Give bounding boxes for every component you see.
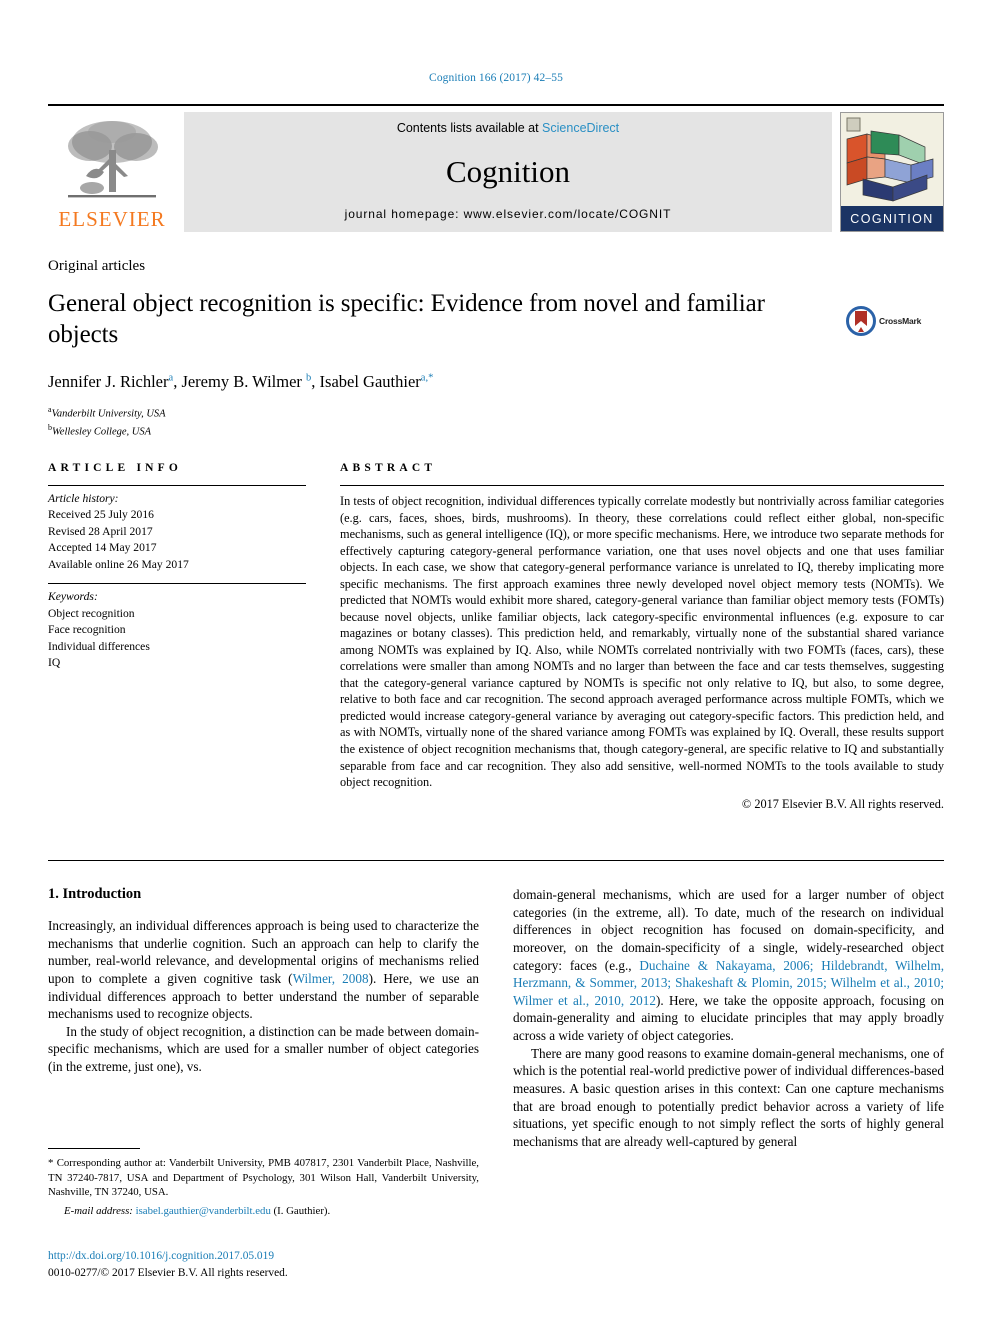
issn-copyright-line: 0010-0277/© 2017 Elsevier B.V. All right… — [48, 1266, 288, 1279]
journal-title: Cognition — [445, 153, 570, 189]
affiliation-text: Wellesley College, USA — [52, 426, 152, 438]
journal-masthead: ELSEVIER Contents lists available at Sci… — [48, 104, 944, 232]
article-info-heading: ARTICLE INFO — [48, 462, 183, 474]
paragraph: There are many good reasons to examine d… — [513, 1045, 944, 1149]
footnote-rule — [48, 1148, 140, 1149]
history-item: Revised 28 April 2017 — [48, 524, 153, 538]
keyword-item: Individual differences — [48, 639, 150, 653]
abstract-heading: ABSTRACT — [340, 462, 437, 474]
article-info-column: ARTICLE INFO Article history: Received 2… — [48, 462, 306, 812]
corresponding-author-note: * Corresponding author at: Vanderbilt Un… — [48, 1157, 479, 1199]
elsevier-tree-icon — [68, 121, 158, 198]
journal-cover-thumbnail: COGNITION — [840, 112, 944, 232]
paper-page: Cognition 166 (2017) 42–55 ELSEVIER Cont… — [0, 0, 992, 1323]
crossmark-badge[interactable]: CrossMark — [846, 306, 921, 336]
crossmark-label: CrossMark — [879, 316, 922, 326]
doi-block: http://dx.doi.org/10.1016/j.cognition.20… — [48, 1248, 479, 1281]
elsevier-logo: ELSEVIER — [48, 112, 176, 232]
history-item: Received 25 July 2016 — [48, 508, 154, 522]
keyword-item: IQ — [48, 656, 61, 670]
contents-prefix: Contents lists available at — [396, 121, 543, 135]
contents-line: Contents lists available at ScienceDirec… — [397, 121, 619, 135]
keywords-block: Keywords: Object recognition Face recogn… — [48, 584, 306, 681]
crossmark-icon — [846, 306, 876, 336]
article-class: Original articles — [48, 258, 146, 274]
doi-link[interactable]: http://dx.doi.org/10.1016/j.cognition.20… — [48, 1248, 479, 1265]
title-block: Original articles General object recogni… — [48, 258, 944, 440]
affiliation-item: aVanderbilt University, USA — [48, 404, 944, 422]
body-column-left: 1. Introduction Increasingly, an individ… — [48, 886, 479, 1150]
keywords-label: Keywords: — [48, 590, 98, 604]
article-history-block: Article history: Received 25 July 2016 R… — [48, 486, 306, 583]
divider — [48, 860, 944, 861]
email-note: E-mail address: isabel.gauthier@vanderbi… — [48, 1204, 479, 1219]
elsevier-wordmark: ELSEVIER — [58, 207, 166, 231]
masthead-center: Contents lists available at ScienceDirec… — [184, 112, 832, 232]
section-heading-introduction: 1. Introduction — [48, 886, 142, 902]
affiliation-item: bWellesley College, USA — [48, 422, 944, 440]
history-item: Accepted 14 May 2017 — [48, 541, 157, 555]
paragraph: Increasingly, an individual differences … — [48, 918, 479, 1022]
page-title: General object recognition is specific: … — [48, 290, 765, 348]
abstract-column: ABSTRACT In tests of object recognition,… — [340, 462, 944, 812]
keyword-item: Object recognition — [48, 606, 135, 620]
sciencedirect-link[interactable]: ScienceDirect — [542, 121, 619, 135]
cognition-cover-art-icon — [841, 113, 943, 208]
email-owner: (I. Gauthier). — [273, 1205, 331, 1218]
cover-band-label: COGNITION — [841, 206, 943, 231]
email-label: E-mail address: — [64, 1205, 133, 1218]
author-list: Jennifer J. Richlera, Jeremy B. Wilmer b… — [48, 372, 434, 391]
article-history-label: Article history: — [48, 492, 119, 505]
email-link[interactable]: isabel.gauthier@vanderbilt.edu — [136, 1205, 271, 1217]
abstract-copyright: © 2017 Elsevier B.V. All rights reserved… — [741, 796, 944, 811]
affiliation-text: Vanderbilt University, USA — [51, 408, 166, 420]
paragraph: In the study of object recognition, a di… — [48, 1023, 479, 1074]
body-columns: 1. Introduction Increasingly, an individ… — [48, 886, 944, 1150]
affiliation-list: aVanderbilt University, USA bWellesley C… — [48, 404, 944, 440]
running-head: Cognition 166 (2017) 42–55 — [429, 72, 563, 84]
paragraph: domain-general mechanisms, which are use… — [513, 887, 944, 1043]
body-column-right: domain-general mechanisms, which are use… — [513, 886, 944, 1150]
keyword-item: Face recognition — [48, 623, 126, 637]
footnote-block: * Corresponding author at: Vanderbilt Un… — [48, 1148, 479, 1219]
journal-homepage[interactable]: journal homepage: www.elsevier.com/locat… — [345, 207, 672, 221]
abstract-text: In tests of object recognition, individu… — [340, 494, 944, 790]
info-abstract-region: ARTICLE INFO Article history: Received 2… — [48, 462, 944, 812]
history-item: Available online 26 May 2017 — [48, 557, 189, 571]
